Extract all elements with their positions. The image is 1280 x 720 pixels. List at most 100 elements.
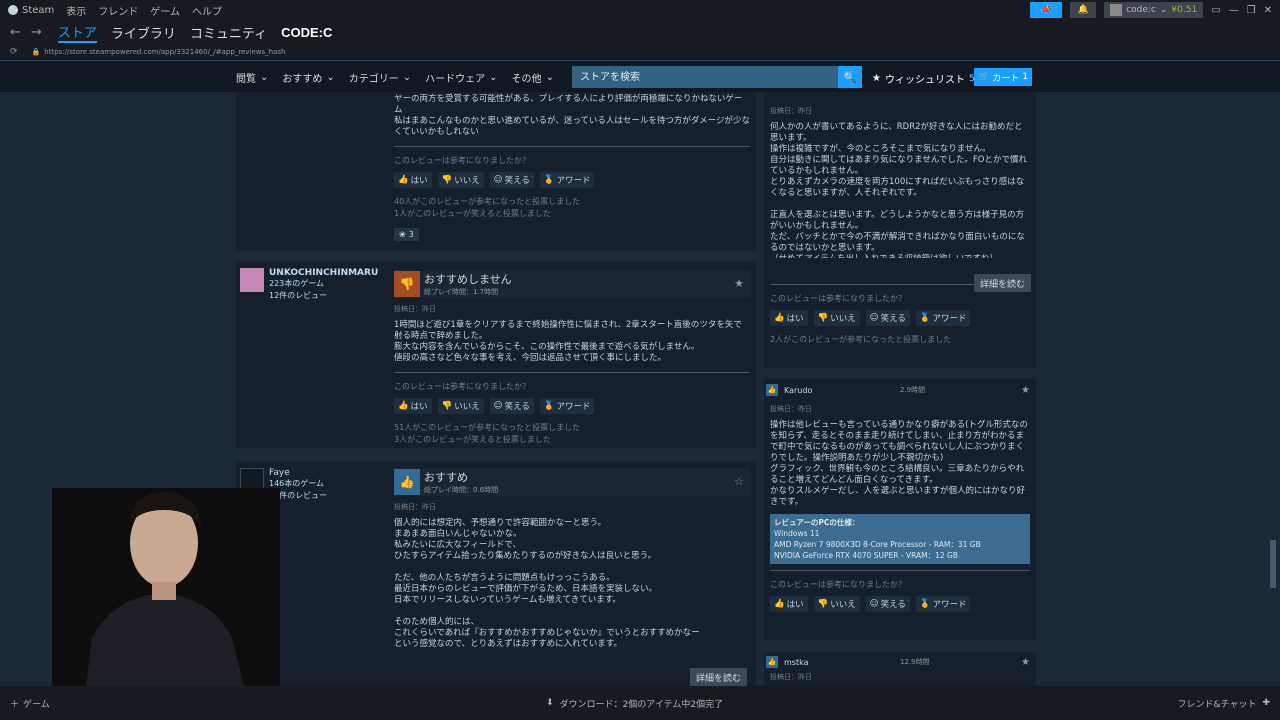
forward-arrow-icon[interactable]: → <box>31 25 42 40</box>
smile-icon: ☺ <box>493 175 503 185</box>
award-button[interactable]: 🏅 アワード <box>915 596 971 612</box>
store-nav-browse-label: 閲覧 <box>236 73 256 85</box>
cart-button[interactable]: 🛒 カート 1 <box>974 68 1032 86</box>
review-text: 何人かの人が書いてあるように、RDR2が好きな人にはお勧めだと思います。 操作は… <box>770 122 1027 258</box>
star-icon[interactable]: ★ <box>734 277 744 290</box>
smile-icon: ☺ <box>869 313 879 323</box>
tab-profile[interactable]: CODE:C <box>281 25 332 40</box>
award-label: アワード <box>932 600 967 610</box>
vote-yes-button[interactable]: 👍 はい <box>770 310 808 326</box>
store-nav-hardware[interactable]: ハードウェア ⌄ <box>425 70 497 85</box>
vote-no-button[interactable]: 👎 いいえ <box>813 310 860 326</box>
read-more-button[interactable]: 詳細を読む <box>974 274 1032 292</box>
history-nav: ← → <box>10 25 42 40</box>
vote-no-button[interactable]: 👎 いいえ <box>437 172 484 188</box>
vote-yes-button[interactable]: 👍 はい <box>394 398 432 414</box>
scrollbar[interactable] <box>1270 92 1276 686</box>
posted-date: 投稿日：昨日 <box>394 503 436 511</box>
menu-help[interactable]: ヘルプ <box>192 3 222 18</box>
star-icon[interactable]: ★ <box>1021 657 1030 668</box>
back-arrow-icon[interactable]: ← <box>10 25 21 40</box>
helpful-count: 51人がこのレビューが参考になったと投票しました <box>394 423 581 432</box>
megaphone-icon: 📣 <box>1040 5 1052 15</box>
search-input[interactable] <box>571 66 832 88</box>
helpful-question: このレビューは参考になりましたか？ <box>394 382 530 391</box>
star-icon[interactable]: ★ <box>1021 385 1030 396</box>
vote-yes-label: はい <box>410 402 428 412</box>
review-verdict[interactable]: 👍 おすすめ 総プレイ時間：0.6時間 ☆ <box>394 468 750 496</box>
store-nav-recommended[interactable]: おすすめ ⌄ <box>282 70 334 85</box>
reviewer-name[interactable]: mstka <box>784 658 809 667</box>
close-icon[interactable]: ✕ <box>1264 5 1272 16</box>
url-text[interactable]: https://store.steampowered.com/app/33214… <box>44 48 285 56</box>
search-button[interactable]: 🔍 <box>837 66 862 88</box>
award-button[interactable]: 🏅 アワード <box>539 172 595 188</box>
chevron-down-icon: ⌄ <box>1159 5 1168 15</box>
vote-funny-button[interactable]: ☺ 笑える <box>489 398 534 414</box>
account-menu[interactable]: code:c ⌄ ¥0.51 <box>1104 2 1204 18</box>
menu-games[interactable]: ゲーム <box>150 3 180 18</box>
reload-icon[interactable]: ⟳ <box>10 47 18 57</box>
award-icon: 🏅 <box>919 599 931 609</box>
big-picture-icon[interactable]: ▭ <box>1211 5 1220 16</box>
vote-yes-button[interactable]: 👍 はい <box>394 172 432 188</box>
vote-funny-label: 笑える <box>504 402 530 412</box>
review-header[interactable]: 👍 Karudo 2.9時間 ★ <box>764 382 1036 398</box>
friends-chat-button[interactable]: フレンド&チャット ✚ <box>1178 697 1270 710</box>
review-header[interactable]: 👍 mstka 12.9時間 ★ <box>764 654 1036 670</box>
vote-no-label: いいえ <box>454 176 480 186</box>
tab-library[interactable]: ライブラリ <box>111 23 176 42</box>
thumbs-down-icon: 👎 <box>817 599 829 609</box>
cart-count: 1 <box>1022 72 1028 82</box>
menu-view[interactable]: 表示 <box>66 3 86 18</box>
reviewer-avatar[interactable] <box>240 268 264 292</box>
vote-no-button[interactable]: 👎 いいえ <box>813 596 860 612</box>
review-verdict[interactable]: 👎 おすすめしません 総プレイ時間：1.7時間 ★ <box>394 270 750 298</box>
store-nav-browse[interactable]: 閲覧 ⌄ <box>236 70 268 85</box>
read-more-button[interactable]: 詳細を読む <box>690 668 748 686</box>
maximize-icon[interactable]: ❐ <box>1247 5 1256 16</box>
review-text: ヤーの両方を受賞する可能性がある、プレイする人により評価が両極端になりかねないゲ… <box>394 94 750 137</box>
vote-funny-button[interactable]: ☺ 笑える <box>865 310 910 326</box>
store-nav-categories[interactable]: カテゴリー ⌄ <box>349 70 411 85</box>
vote-yes-label: はい <box>786 600 804 610</box>
downloads-status[interactable]: ⬇ ダウンロード：2個のアイテム中2個完了 <box>546 697 723 710</box>
award-button[interactable]: 🏅 アワード <box>539 398 595 414</box>
steam-menu-bar: Steam 表示 フレンド ゲーム ヘルプ 📣 🔔 code:c ⌄ ¥0.51… <box>0 0 1280 20</box>
vote-no-label: いいえ <box>830 600 856 610</box>
vote-funny-button[interactable]: ☺ 笑える <box>865 596 910 612</box>
award-button[interactable]: 🏅 アワード <box>915 310 971 326</box>
star-outline-icon[interactable]: ☆ <box>734 475 744 488</box>
store-nav-other[interactable]: その他 ⌄ <box>512 70 554 85</box>
smile-icon: ☺ <box>869 599 879 609</box>
vote-no-label: いいえ <box>830 314 856 324</box>
chevron-down-icon: ⌄ <box>260 71 269 83</box>
vote-no-button[interactable]: 👎 いいえ <box>437 398 484 414</box>
add-game-label[interactable]: ゲーム <box>23 697 50 710</box>
posted-date: 投稿日：昨日 <box>770 673 812 681</box>
vote-funny-button[interactable]: ☺ 笑える <box>489 172 534 188</box>
thumbs-up-icon: 👍 <box>774 599 785 609</box>
add-game-icon[interactable]: ＋ <box>10 697 19 710</box>
store-menu: 閲覧 ⌄ おすすめ⌄ カテゴリー⌄ ハードウェア⌄ その他⌄ 🔍 <box>236 66 862 88</box>
review-body: 👎 おすすめしません 総プレイ時間：1.7時間 ★ 投稿日：昨日 1時間ほど遊び… <box>394 270 750 446</box>
scrollbar-thumb[interactable] <box>1270 540 1276 588</box>
tab-community[interactable]: コミュニティ <box>190 23 267 42</box>
helpful-question: このレビューは参考になりましたか？ <box>394 156 530 165</box>
helpful-count: 40人がこのレビューが参考になったと投票しました <box>394 197 581 206</box>
menu-friends[interactable]: フレンド <box>98 3 138 18</box>
store-search: 🔍 <box>571 66 862 88</box>
review-card: Faye 146本のゲーム 61件のレビュー 👍 おすすめ 総プレイ時間：0.6… <box>236 462 756 686</box>
reviewer-name[interactable]: Karudo <box>784 386 812 395</box>
announcement-button[interactable]: 📣 <box>1030 2 1063 18</box>
award-badge[interactable]: ❀ 3 <box>394 228 419 241</box>
award-flower-icon: ❀ <box>399 230 406 239</box>
vote-buttons: 👍 はい 👎 いいえ ☺ 笑える 🏅 アワード <box>770 596 1030 612</box>
vote-yes-button[interactable]: 👍 はい <box>770 596 808 612</box>
wishlist-link[interactable]: ★ ウィッシュリスト 5 <box>872 71 975 86</box>
tab-store[interactable]: ストア <box>57 22 97 43</box>
notifications-button[interactable]: 🔔 <box>1070 2 1097 18</box>
minimize-icon[interactable]: — <box>1229 5 1239 16</box>
steam-menu[interactable]: Steam <box>8 5 54 16</box>
award-label: アワード <box>556 402 591 412</box>
